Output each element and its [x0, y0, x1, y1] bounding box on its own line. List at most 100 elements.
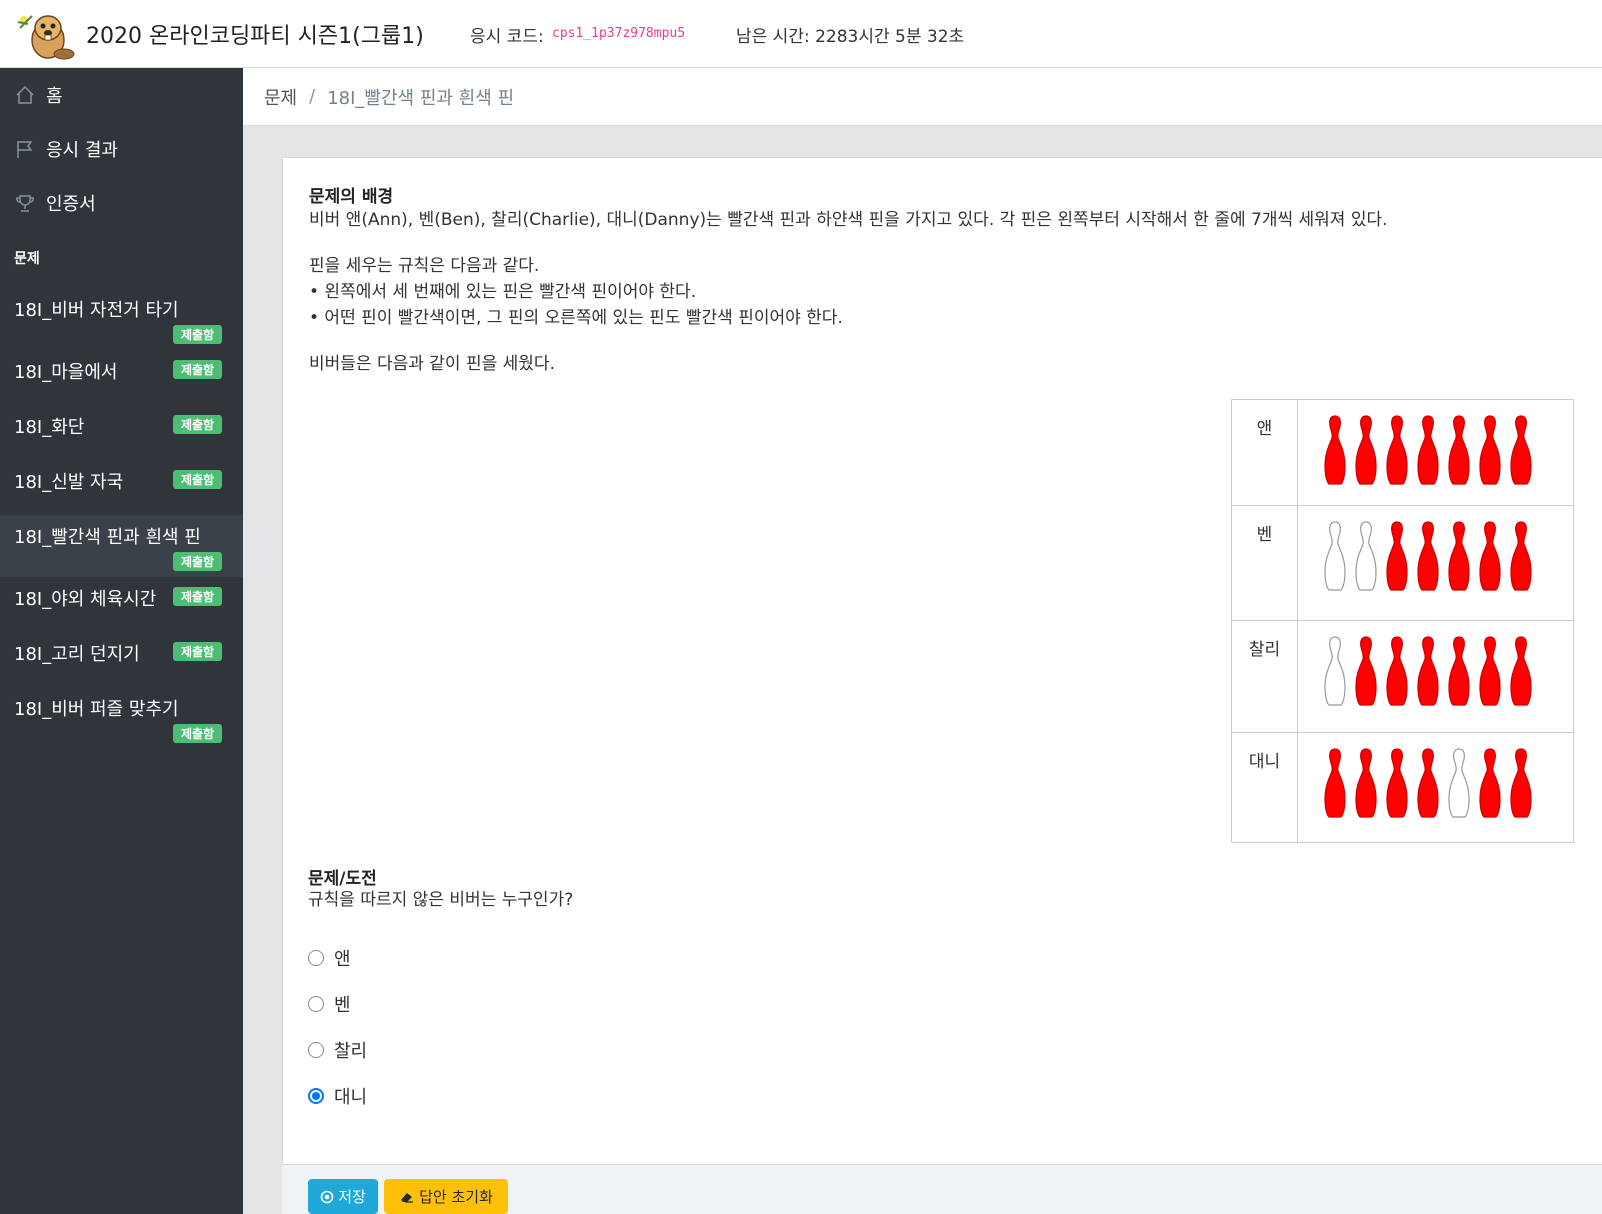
sidebar-task-4[interactable]: 18I_신발 자국 제출함 [0, 460, 243, 515]
pins-graphic [1324, 748, 1532, 818]
red-pin [1479, 415, 1501, 485]
save-button[interactable]: 저장 [308, 1179, 378, 1214]
red-pin [1355, 636, 1377, 706]
task-label: 18I_고리 던지기 [14, 644, 140, 665]
submitted-badge: 제출함 [173, 587, 222, 606]
breadcrumb-root[interactable]: 문제 [264, 84, 297, 110]
red-pin [1324, 748, 1346, 818]
setup-text: 비버들은 다음과 같이 핀을 세웠다. [309, 354, 555, 374]
save-label: 저장 [338, 1188, 366, 1206]
red-pin [1324, 415, 1346, 485]
red-pin [1386, 748, 1408, 818]
white-pin [1324, 521, 1346, 591]
save-icon [320, 1190, 334, 1204]
option-label: 대니 [334, 1087, 368, 1108]
question-title: 문제/도전 [308, 869, 377, 889]
radio-button[interactable] [308, 1088, 324, 1104]
breadcrumb-separator: / [309, 86, 316, 107]
option-ben[interactable]: 벤 [308, 991, 351, 1017]
red-pin [1510, 415, 1532, 485]
rules-intro: 핀을 세우는 규칙은 다음과 같다. [309, 256, 540, 276]
red-pin [1417, 748, 1439, 818]
task-label: 18I_빨간색 핀과 흰색 핀 [14, 527, 201, 548]
eraser-icon [399, 1190, 415, 1204]
sidebar-item-label: 응시 결과 [46, 140, 118, 161]
task-label: 18I_마을에서 [14, 362, 118, 383]
task-label: 18I_신발 자국 [14, 472, 124, 493]
pins-graphic [1324, 521, 1532, 591]
task-label: 18I_야외 체육시간 [14, 589, 157, 610]
rule-2: • 어떤 핀이 빨간색이면, 그 핀의 오른쪽에 있는 핀도 빨간색 핀이어야 … [309, 308, 843, 328]
breadcrumb: 문제 / 18I_빨간색 핀과 흰색 핀 [243, 68, 1602, 126]
sidebar: 홈 응시 결과 인증서 문제 18I_비버 자전거 타기 제출함 18I_마을에… [0, 68, 243, 1214]
pins-graphic [1324, 415, 1532, 485]
red-pin [1386, 415, 1408, 485]
submitted-badge: 제출함 [173, 642, 222, 661]
sidebar-item-label: 인증서 [46, 194, 96, 215]
white-pin [1448, 748, 1470, 818]
submitted-badge: 제출함 [173, 360, 222, 379]
red-pin [1386, 636, 1408, 706]
sidebar-task-1[interactable]: 18I_비버 자전거 타기 제출함 [0, 288, 243, 350]
option-label: 찰리 [334, 1041, 368, 1062]
radio-button[interactable] [308, 1042, 324, 1058]
submitted-badge: 제출함 [173, 552, 222, 571]
submitted-badge: 제출함 [173, 415, 222, 434]
pin-row [1297, 505, 1574, 621]
option-label: 벤 [334, 995, 351, 1016]
sidebar-item-home[interactable]: 홈 [0, 70, 243, 120]
flag-icon [14, 138, 36, 160]
home-icon [14, 84, 36, 106]
submitted-badge: 제출함 [173, 325, 222, 344]
pins-table: 앤 벤 찰리 대니 [1231, 399, 1574, 843]
beaver-name: 앤 [1231, 399, 1298, 506]
red-pin [1417, 521, 1439, 591]
red-pin [1448, 636, 1470, 706]
reset-label: 답안 초기화 [419, 1188, 493, 1206]
red-pin [1355, 415, 1377, 485]
pin-row [1297, 399, 1574, 506]
red-pin [1417, 415, 1439, 485]
background-text: 비버 앤(Ann), 벤(Ben), 찰리(Charlie), 대니(Danny… [309, 210, 1388, 230]
radio-button[interactable] [308, 950, 324, 966]
sidebar-task-3[interactable]: 18I_화단 제출함 [0, 405, 243, 460]
option-label: 앤 [334, 949, 351, 970]
sidebar-section-title: 문제 [14, 251, 40, 267]
reset-answer-button[interactable]: 답안 초기화 [384, 1179, 508, 1214]
beaver-name: 찰리 [1231, 620, 1298, 733]
red-pin [1510, 748, 1532, 818]
sidebar-task-2[interactable]: 18I_마을에서 제출함 [0, 350, 243, 405]
sidebar-item-certificate[interactable]: 인증서 [0, 178, 243, 228]
sidebar-task-6[interactable]: 18I_야외 체육시간 제출함 [0, 577, 243, 632]
option-ann[interactable]: 앤 [308, 945, 351, 971]
top-header: 2020 온라인코딩파티 시즌1(그룹1) 응시 코드: cps1_1p37z9… [0, 0, 1602, 68]
white-pin [1324, 636, 1346, 706]
trophy-icon [14, 192, 36, 214]
sidebar-task-7[interactable]: 18I_고리 던지기 제출함 [0, 632, 243, 687]
beaver-logo-icon [17, 15, 75, 60]
sidebar-item-label: 홈 [46, 86, 63, 107]
beaver-name: 벤 [1231, 505, 1298, 621]
red-pin [1510, 636, 1532, 706]
option-charlie[interactable]: 찰리 [308, 1037, 367, 1063]
app-title: 2020 온라인코딩파티 시즌1(그룹1) [86, 24, 424, 49]
red-pin [1417, 636, 1439, 706]
exam-code-label: 응시 코드: [470, 27, 544, 47]
task-label: 18I_비버 퍼즐 맞추기 [14, 699, 179, 720]
sidebar-task-8[interactable]: 18I_비버 퍼즐 맞추기 제출함 [0, 687, 243, 749]
beaver-name: 대니 [1231, 732, 1298, 843]
red-pin [1479, 748, 1501, 818]
exam-code-value: cps1_1p37z978mpu5 [552, 26, 686, 41]
option-danny[interactable]: 대니 [308, 1083, 367, 1109]
sidebar-task-5[interactable]: 18I_빨간색 핀과 흰색 핀 제출함 [0, 515, 243, 577]
radio-button[interactable] [308, 996, 324, 1012]
pins-graphic [1324, 636, 1532, 706]
red-pin [1448, 521, 1470, 591]
sidebar-item-results[interactable]: 응시 결과 [0, 124, 243, 174]
red-pin [1355, 748, 1377, 818]
white-pin [1355, 521, 1377, 591]
task-label: 18I_화단 [14, 417, 85, 438]
pin-row [1297, 732, 1574, 843]
submitted-badge: 제출함 [173, 724, 222, 743]
red-pin [1448, 415, 1470, 485]
